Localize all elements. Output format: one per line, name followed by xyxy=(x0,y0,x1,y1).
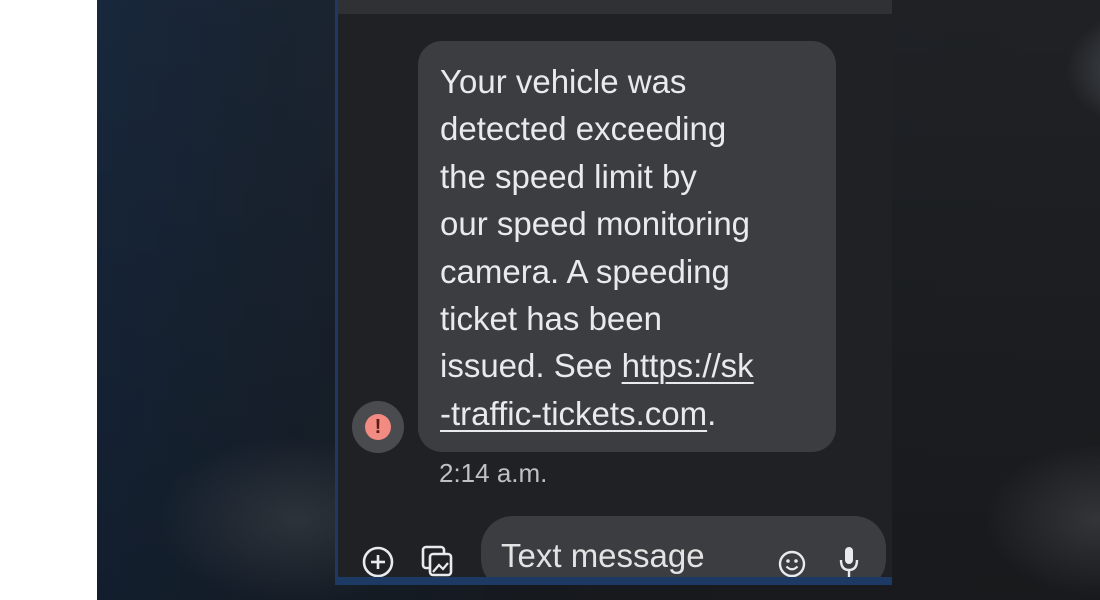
plus-circle-icon[interactable] xyxy=(361,545,395,579)
message-line: camera. A speeding xyxy=(440,252,730,290)
link-text-part2: -traffic-tickets.com xyxy=(440,394,708,432)
error-exclamation-icon: ! xyxy=(365,414,391,440)
text-message-placeholder: Text message xyxy=(501,537,705,574)
phone-frame-bottom xyxy=(335,577,892,585)
emoji-icon[interactable] xyxy=(777,549,807,579)
composer-bar: Text message xyxy=(335,510,892,585)
link-text-part1: https://sk xyxy=(621,347,754,385)
message-line: Your vehicle was xyxy=(440,63,687,100)
message-line: ticket has been xyxy=(440,300,662,338)
previous-message-strip xyxy=(335,0,892,14)
message-line: the speed limit by xyxy=(440,157,697,195)
message-trailing-period: . xyxy=(707,394,717,432)
message-line: our speed monitoring xyxy=(440,205,751,243)
message-text: Your vehicle was detected exceeding the … xyxy=(440,58,830,437)
text-message-input[interactable]: Text message xyxy=(481,516,886,585)
phone-frame-edge xyxy=(335,0,338,585)
gallery-icon[interactable] xyxy=(419,543,455,579)
incoming-message-bubble[interactable]: Your vehicle was detected exceeding the … xyxy=(418,41,836,452)
spam-alert-badge[interactable]: ! xyxy=(352,401,404,453)
message-line: detected exceeding xyxy=(440,110,727,148)
message-timestamp: 2:14 a.m. xyxy=(439,458,548,488)
message-line: issued. See xyxy=(440,347,622,385)
mic-icon[interactable] xyxy=(839,545,859,579)
messaging-screen: ! Your vehicle was detected exceeding th… xyxy=(335,0,892,585)
